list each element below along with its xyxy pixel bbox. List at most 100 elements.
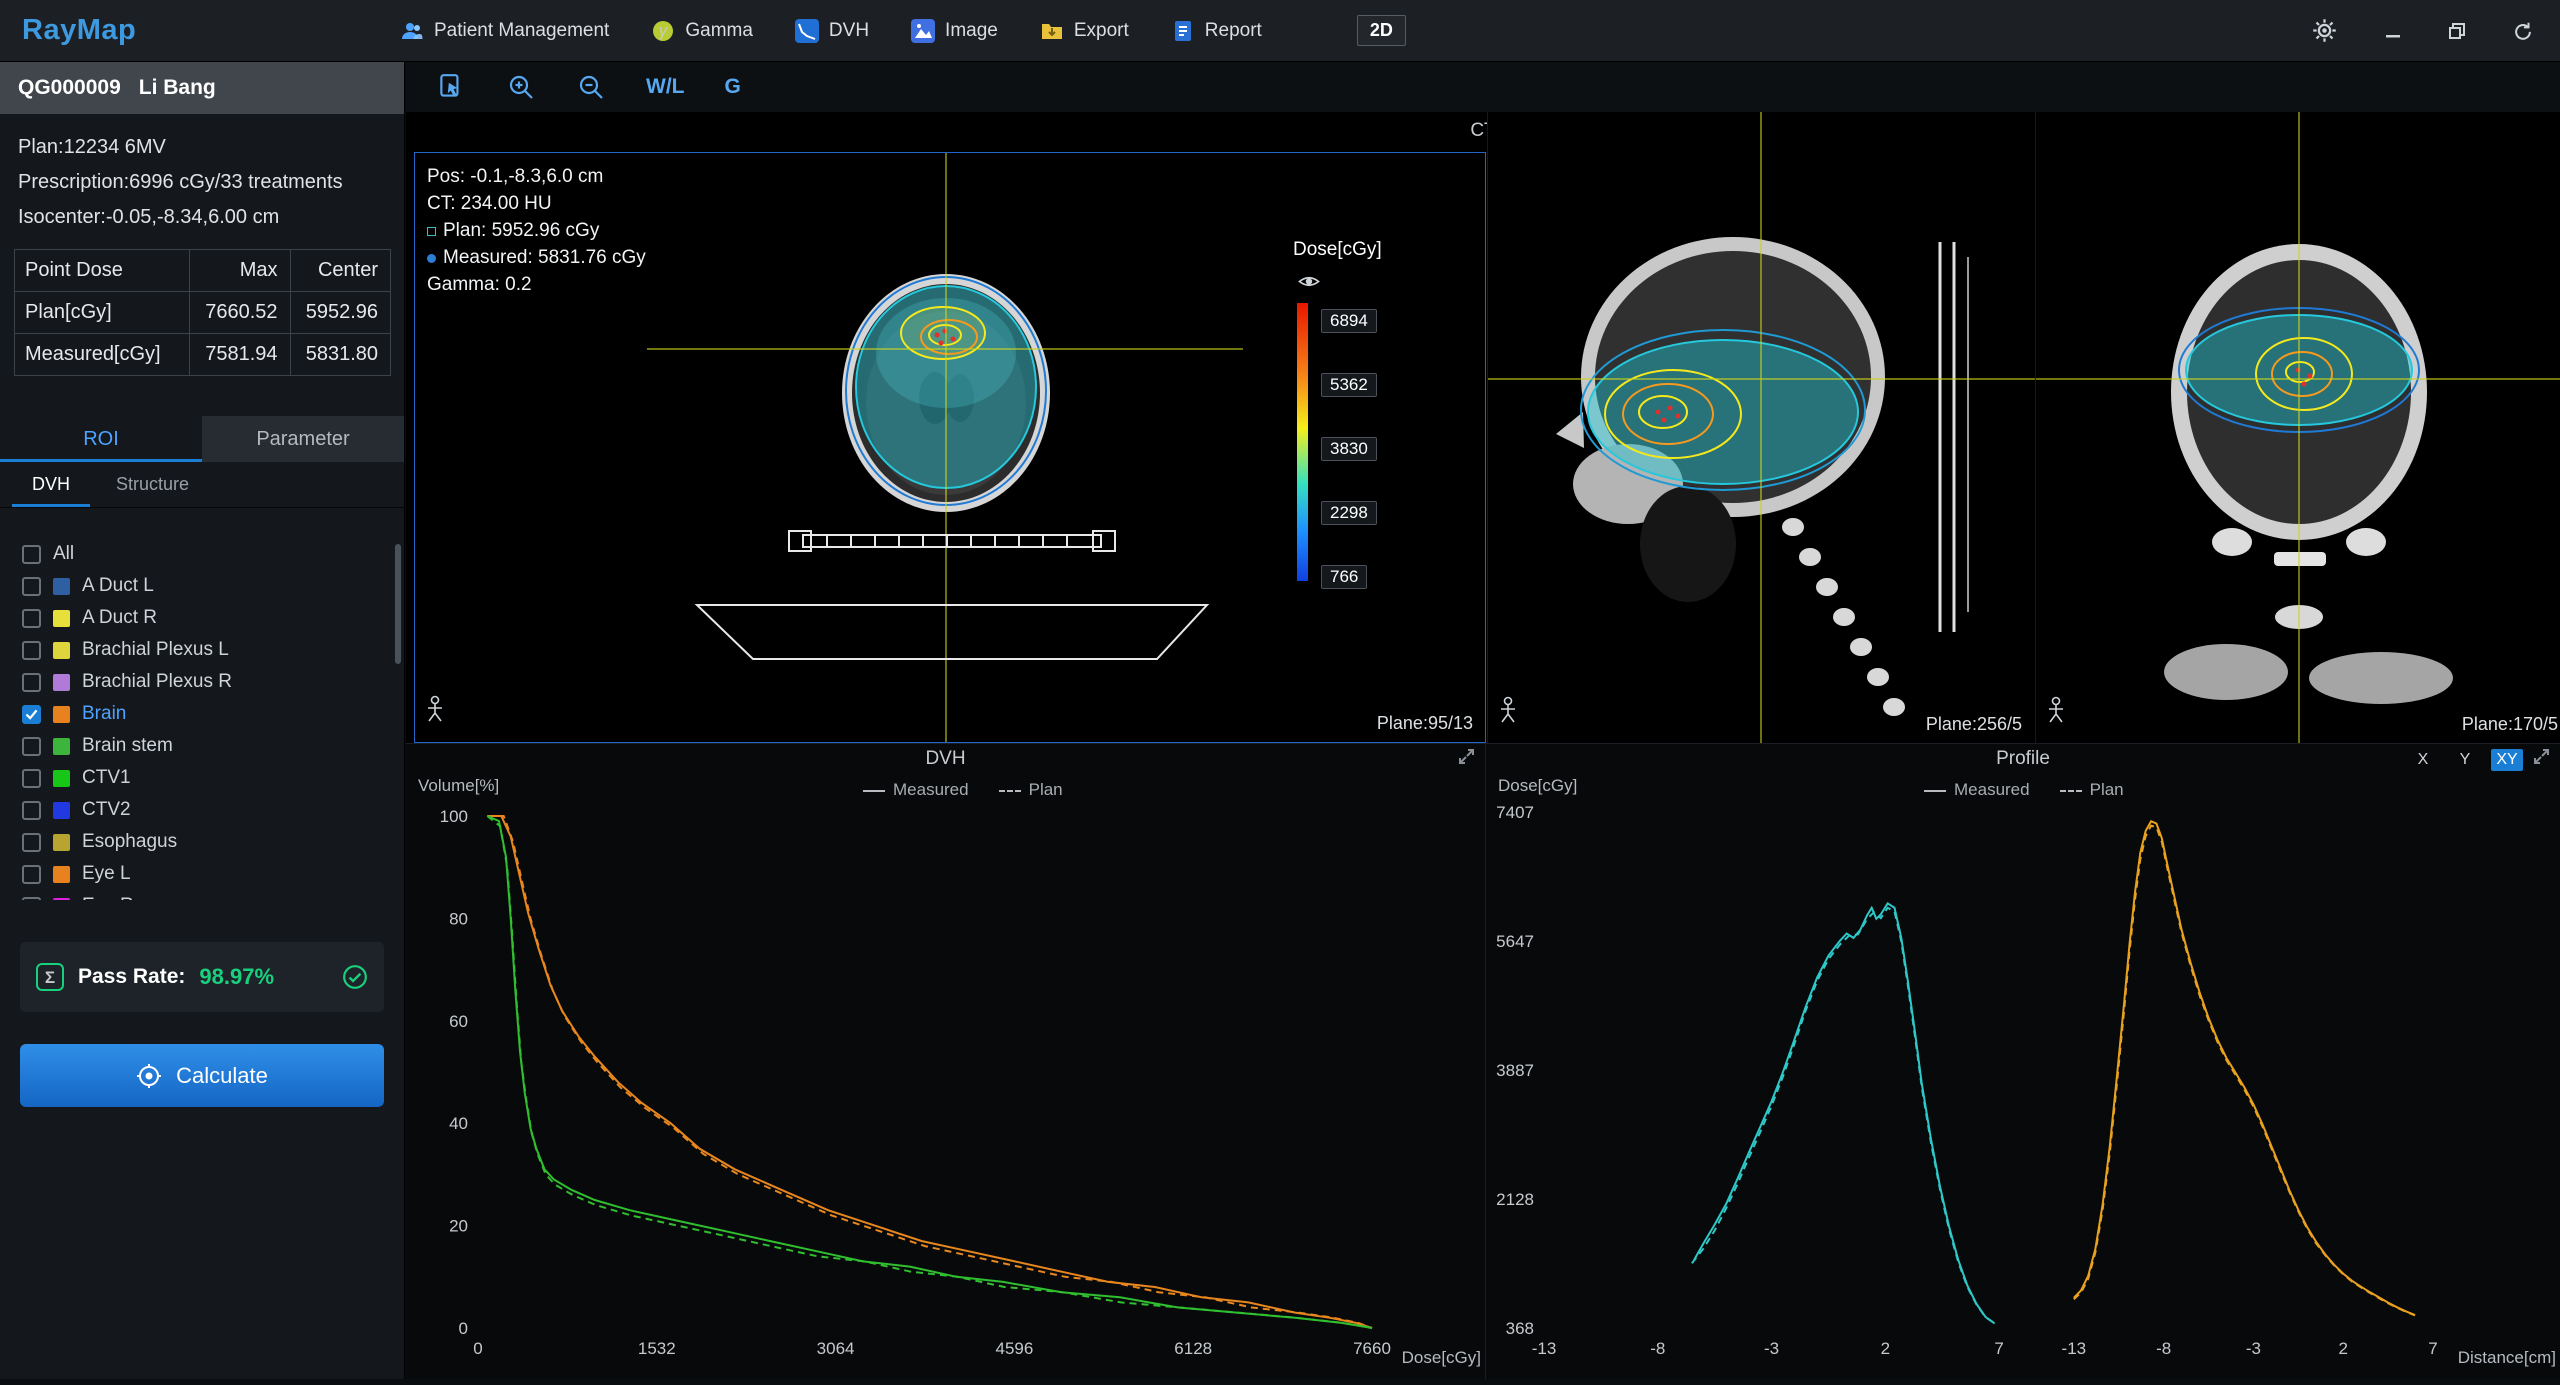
- image-icon: [911, 19, 935, 43]
- roi-label: Brachial Plexus L: [82, 639, 229, 661]
- dvh-panel-title-bar: DVH: [406, 744, 1485, 774]
- roi-row-a-duct-l[interactable]: A Duct L: [0, 570, 404, 602]
- roi-checkbox[interactable]: [22, 545, 41, 564]
- nav-item-dvh[interactable]: DVH: [795, 19, 869, 43]
- pass-rate-value: 98.97%: [199, 964, 274, 990]
- profile-axis-x[interactable]: X: [2407, 749, 2439, 771]
- colorbar-title: Dose[cGy]: [1275, 239, 1445, 261]
- dvh-chart[interactable]: Volume[%] MeasuredPlan 10080604020001532…: [406, 774, 1485, 1380]
- roi-row-brain-stem[interactable]: Brain stem: [0, 730, 404, 762]
- nav-item-patient-management[interactable]: Patient Management: [400, 19, 609, 43]
- roi-checkbox[interactable]: [22, 673, 41, 692]
- app-logo: RayMap: [0, 14, 400, 47]
- axial-plane-label: Plane:95/13: [1377, 713, 1473, 734]
- roi-label: CTV1: [82, 767, 131, 789]
- nav-item-report[interactable]: Report: [1171, 19, 1262, 43]
- minimize-icon[interactable]: [2384, 22, 2402, 40]
- roi-row-ctv1[interactable]: CTV1: [0, 762, 404, 794]
- roi-row-eye-l[interactable]: Eye L: [0, 858, 404, 890]
- roi-checkbox[interactable]: [22, 865, 41, 884]
- nav-item-gamma[interactable]: γGamma: [651, 19, 753, 43]
- subtab-dvh[interactable]: DVH: [12, 462, 90, 507]
- sagittal-ct-image: [1488, 112, 2035, 743]
- roi-label: Eye L: [82, 863, 131, 885]
- x-tick: 7: [1994, 1339, 2003, 1358]
- colorbar-value[interactable]: 3830: [1321, 437, 1377, 461]
- roi-checkbox[interactable]: [22, 801, 41, 820]
- x-tick: 4596: [995, 1339, 1033, 1358]
- tab-parameter[interactable]: Parameter: [202, 416, 404, 462]
- subtab-structure[interactable]: Structure: [96, 462, 209, 507]
- pass-rate-label: Pass Rate:: [78, 965, 185, 989]
- y-tick: 20: [449, 1217, 468, 1236]
- coronal-view[interactable]: Plane:170/5: [2035, 112, 2560, 743]
- eye-icon[interactable]: [1297, 273, 1321, 295]
- x-tick: 3064: [817, 1339, 855, 1358]
- series-brain-plan: [487, 816, 1372, 1328]
- roi-color-swatch: [53, 706, 70, 723]
- window-level-icon[interactable]: W/L: [646, 75, 684, 99]
- profile-chart[interactable]: Dose[cGy] MeasuredPlan 74075647388721283…: [1486, 774, 2560, 1380]
- orientation-marker: [425, 695, 445, 728]
- profile-y-axis-label: Dose[cGy]: [1498, 776, 1577, 796]
- point-dose-header-row: Point Dose Max Center: [15, 250, 391, 292]
- sagittal-view[interactable]: Plane:256/5: [1487, 112, 2034, 743]
- reset-layout-icon[interactable]: [2512, 20, 2534, 42]
- patient-header: QG000009 Li Bang: [0, 62, 404, 114]
- top-bar: RayMap Patient Management γGamma DVH Image E…: [0, 0, 2560, 62]
- 2d-mode-toggle[interactable]: 2D: [1357, 15, 1406, 46]
- roi-row-brachial-plexus-l[interactable]: Brachial Plexus L: [0, 634, 404, 666]
- y-tick: 0: [459, 1319, 468, 1338]
- roi-row-eye-r[interactable]: Eye R: [0, 890, 404, 900]
- axial-view[interactable]: Pos: -0.1,-8.3,6.0 cm CT: 234.00 HU Plan…: [414, 152, 1486, 743]
- nav-item-image[interactable]: Image: [911, 19, 998, 43]
- roi-row-brain[interactable]: Brain: [0, 698, 404, 730]
- roi-row-all[interactable]: All: [0, 538, 404, 570]
- roi-checkbox[interactable]: [22, 609, 41, 628]
- colorbar-value[interactable]: 6894: [1321, 309, 1377, 333]
- roi-row-ctv2[interactable]: CTV2: [0, 794, 404, 826]
- export-icon: [1040, 19, 1064, 43]
- nav-item-export[interactable]: Export: [1040, 19, 1129, 43]
- sigma-icon: Σ: [36, 963, 64, 991]
- measured-marker-icon: [427, 254, 436, 263]
- roi-checkbox[interactable]: [22, 769, 41, 788]
- zoom-in-icon[interactable]: [506, 72, 536, 102]
- profile-panel: Profile XYXY Dose[cGy] MeasuredPlan 7407…: [1486, 743, 2560, 1379]
- y-tick: 5647: [1496, 932, 1534, 951]
- roi-checkbox[interactable]: [22, 705, 41, 724]
- roi-row-a-duct-r[interactable]: A Duct R: [0, 602, 404, 634]
- roi-checkbox[interactable]: [22, 577, 41, 596]
- roi-checkbox[interactable]: [22, 737, 41, 756]
- colorbar-value[interactable]: 766: [1321, 565, 1367, 589]
- roi-checkbox[interactable]: [22, 833, 41, 852]
- x-tick: -8: [2156, 1339, 2171, 1358]
- roi-checkbox[interactable]: [22, 897, 41, 901]
- restore-window-icon[interactable]: [2448, 22, 2466, 40]
- probe-tool-icon[interactable]: [436, 72, 466, 102]
- gamma-display-icon[interactable]: G: [724, 75, 740, 99]
- roi-list-scrollbar[interactable]: [395, 544, 401, 664]
- expand-icon[interactable]: [2533, 748, 2550, 771]
- x-tick: -8: [1650, 1339, 1665, 1358]
- calculate-button[interactable]: Calculate: [20, 1044, 384, 1107]
- colorbar-value[interactable]: 5362: [1321, 373, 1377, 397]
- zoom-out-icon[interactable]: [576, 72, 606, 102]
- profile-axis-xy[interactable]: XY: [2491, 749, 2523, 771]
- expand-icon[interactable]: [1458, 748, 1475, 771]
- colorbar-value[interactable]: 2298: [1321, 501, 1377, 525]
- roi-color-swatch: [53, 674, 70, 691]
- col-center: Center: [290, 250, 391, 292]
- tab-roi[interactable]: ROI: [0, 416, 202, 462]
- point-dose-center: 5831.80: [290, 334, 391, 376]
- point-dose-row-label: Plan[cGy]: [15, 292, 190, 334]
- roi-row-brachial-plexus-r[interactable]: Brachial Plexus R: [0, 666, 404, 698]
- series-brain-measured: [487, 816, 1372, 1328]
- roi-label: Esophagus: [82, 831, 177, 853]
- patient-id: QG000009: [18, 76, 121, 100]
- roi-row-esophagus[interactable]: Esophagus: [0, 826, 404, 858]
- main-area: W/L G CT: [406, 62, 2560, 1379]
- profile-axis-y[interactable]: Y: [2449, 749, 2481, 771]
- settings-gear-icon[interactable]: [2311, 17, 2338, 44]
- roi-checkbox[interactable]: [22, 641, 41, 660]
